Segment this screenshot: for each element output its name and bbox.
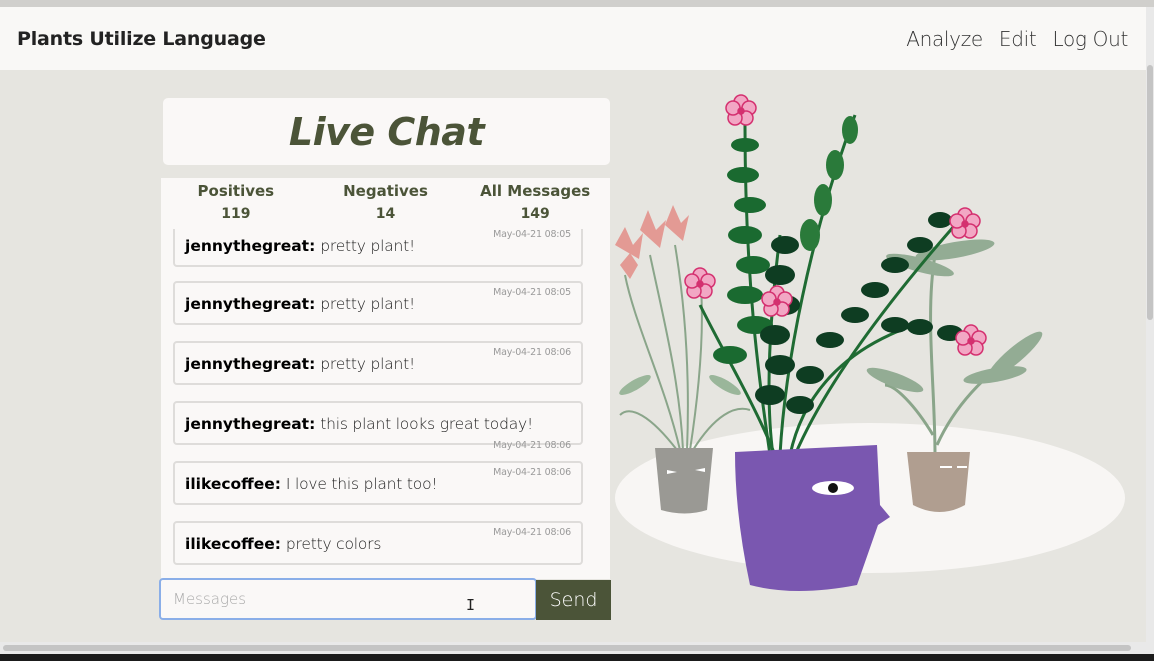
message-author: ilikecoffee: [185, 475, 281, 493]
taskbar-strip [0, 654, 1154, 661]
left-pot [655, 448, 713, 514]
message-list[interactable]: jennythegreat: pretty plant! May-04-21 0… [161, 229, 610, 579]
stat-label: Negatives [343, 182, 428, 200]
stat-value: 119 [221, 206, 251, 222]
message-line: jennythegreat: pretty plant! [185, 295, 415, 313]
navbar: Plants Utilize Language Analyze Edit Log… [0, 7, 1146, 70]
nav-link-analyze[interactable]: Analyze [906, 27, 983, 51]
nav-link-logout[interactable]: Log Out [1052, 27, 1128, 51]
stat-value: 149 [520, 206, 550, 222]
list-item: jennythegreat: pretty plant! May-04-21 0… [173, 281, 583, 325]
message-author: jennythegreat: [185, 415, 316, 433]
message-line: ilikecoffee: I love this plant too! [185, 475, 438, 493]
horizontal-scrollbar[interactable] [0, 642, 1154, 654]
vertical-scroll-thumb[interactable] [1147, 65, 1153, 320]
nav-link-edit[interactable]: Edit [999, 27, 1037, 51]
message-timestamp: May-04-21 08:06 [493, 527, 571, 538]
message-timestamp: May-04-21 08:06 [493, 347, 571, 358]
list-item: jennythegreat: pretty plant! May-04-21 0… [173, 229, 583, 267]
message-timestamp: May-04-21 08:05 [493, 229, 571, 240]
list-item: jennythegreat: pretty plant! May-04-21 0… [173, 341, 583, 385]
brand-title[interactable]: Plants Utilize Language [17, 28, 266, 50]
message-text: pretty plant! [320, 237, 416, 255]
message-text: this plant looks great today! [320, 415, 534, 433]
message-text: pretty colors [285, 535, 382, 553]
live-chat-header: Live Chat [163, 98, 610, 165]
plant-illustration [615, 94, 1125, 591]
message-line: jennythegreat: pretty plant! [185, 355, 415, 373]
left-plant-leaves [619, 375, 741, 395]
message-author: jennythegreat: [185, 355, 316, 373]
stat-negatives: Negatives 14 [311, 178, 461, 230]
message-timestamp: May-04-21 08:05 [493, 287, 571, 298]
list-item: ilikecoffee: pretty colors May-04-21 08:… [173, 521, 583, 565]
text-cursor-icon: I [466, 596, 476, 614]
list-item: jennythegreat: this plant looks great to… [173, 401, 583, 451]
stat-label: Positives [197, 182, 275, 200]
list-item: ilikecoffee: I love this plant too! May-… [173, 461, 583, 505]
message-text: pretty plant! [320, 295, 416, 313]
message-text: I love this plant too! [285, 475, 438, 493]
page-title: Live Chat [288, 109, 485, 154]
message-timestamp: May-04-21 08:06 [493, 440, 571, 451]
message-line: jennythegreat: this plant looks great to… [185, 415, 533, 433]
message-text: pretty plant! [320, 355, 416, 373]
stat-value: 14 [375, 206, 396, 222]
message-line: jennythegreat: pretty plant! [185, 237, 415, 255]
right-pot [907, 452, 970, 512]
message-author: jennythegreat: [185, 295, 316, 313]
browser-top-strip [0, 0, 1154, 7]
stat-label: All Messages [480, 182, 591, 200]
message-author: ilikecoffee: [185, 535, 281, 553]
message-line: ilikecoffee: pretty colors [185, 535, 381, 553]
vertical-scrollbar[interactable] [1146, 7, 1154, 642]
message-timestamp: May-04-21 08:06 [493, 467, 571, 478]
nav-links: Analyze Edit Log Out [906, 27, 1128, 51]
message-author: jennythegreat: [185, 237, 316, 255]
horizontal-scroll-thumb[interactable] [3, 645, 1131, 651]
chat-stats: Positives 119 Negatives 14 All Messages … [161, 178, 610, 230]
stat-all-messages: All Messages 149 [460, 178, 610, 230]
message-input-wrapper [159, 578, 537, 620]
message-input[interactable] [161, 580, 535, 618]
stat-positives: Positives 119 [161, 178, 311, 230]
